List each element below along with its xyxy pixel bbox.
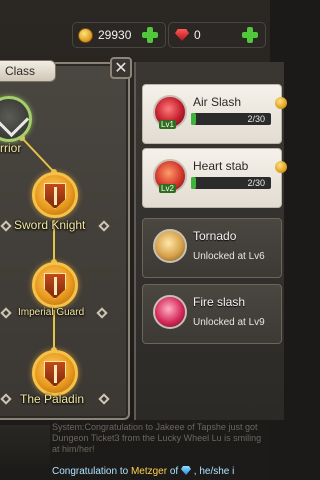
- skill-progress-fill: [191, 177, 197, 189]
- chat-toggle[interactable]: [0, 425, 50, 465]
- skill-card-tornado[interactable]: Tornado Unlocked at Lv6: [142, 218, 282, 278]
- class-node-the-paladin[interactable]: [32, 350, 78, 396]
- skill-name: Heart stab: [193, 159, 249, 173]
- heart-stab-icon: Lv2: [153, 159, 187, 193]
- close-button[interactable]: ✕: [110, 57, 132, 79]
- air-slash-icon: Lv1: [153, 95, 187, 129]
- tornado-icon: [153, 229, 187, 263]
- gold-coin-icon: [275, 161, 287, 173]
- shield-icon: [44, 361, 66, 387]
- skill-card-fire-slash[interactable]: Fire slash Unlocked at Lv9: [142, 284, 282, 344]
- gem-counter: 0: [168, 22, 266, 48]
- class-label-imperial-guard: Imperial Guard: [18, 307, 85, 318]
- skill-progress-text: 2/30: [247, 178, 265, 188]
- chat-middle: of: [169, 466, 179, 477]
- skill-progress-bar: 2/30: [191, 113, 271, 125]
- skill-name: Air Slash: [193, 95, 242, 109]
- gold-coin-icon: [275, 97, 287, 109]
- top-currency-bar: 29930 0: [0, 18, 270, 52]
- skill-card-heart-stab[interactable]: Lv2 Heart stab 2/30: [142, 148, 287, 208]
- skill-unlock-text: Unlocked at Lv6: [193, 251, 265, 262]
- fire-slash-icon: [153, 295, 187, 329]
- shield-icon: [44, 273, 66, 299]
- class-node-imperial-guard[interactable]: [32, 262, 78, 308]
- chat-suffix: , he/she i: [193, 466, 235, 477]
- chat-system-message: System:Congratulation to Jakeee of Tapsh…: [52, 422, 262, 454]
- ruby-gem-icon: [175, 29, 189, 41]
- gold-value: 29930: [98, 28, 132, 42]
- chat-prefix: Congratulation to: [52, 466, 129, 477]
- tab-class[interactable]: Class: [0, 60, 56, 82]
- add-gold-button[interactable]: [141, 26, 159, 44]
- skill-name: Fire slash: [193, 295, 246, 309]
- class-label-sword-knight: Sword Knight: [14, 218, 86, 232]
- skill-level: Lv1: [159, 120, 176, 129]
- gold-counter: 29930: [72, 22, 166, 48]
- gem-value: 0: [194, 28, 201, 42]
- chat-broadcast-line: Congratulation to Metzger of , he/she i: [52, 466, 234, 477]
- skill-progress-text: 2/30: [247, 114, 265, 124]
- class-node-sword-knight[interactable]: [32, 172, 78, 218]
- gold-coin-icon: [78, 28, 93, 43]
- skill-card-air-slash[interactable]: Lv1 Air Slash 2/30: [142, 84, 287, 144]
- skill-name: Tornado: [193, 229, 237, 243]
- class-label-warrior: rrior: [0, 141, 22, 155]
- skill-progress-fill: [191, 113, 197, 125]
- skill-level: Lv2: [159, 184, 176, 193]
- skill-unlock-text: Unlocked at Lv9: [193, 317, 265, 328]
- class-label-the-paladin: The Paladin: [20, 392, 85, 406]
- skill-progress-bar: 2/30: [191, 177, 271, 189]
- blue-gem-icon: [180, 466, 191, 475]
- add-gems-button[interactable]: [241, 26, 259, 44]
- shield-icon: [44, 183, 66, 209]
- chat-player-name[interactable]: Metzger: [131, 466, 167, 477]
